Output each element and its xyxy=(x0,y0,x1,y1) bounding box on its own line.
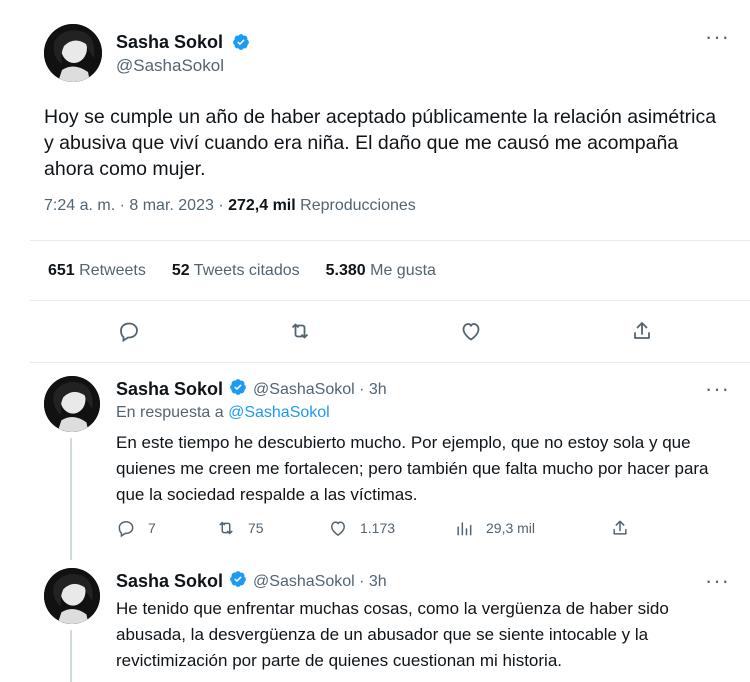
author-handle[interactable]: @SashaSokol · 3h xyxy=(253,381,387,399)
reply-button[interactable]: 7 xyxy=(116,518,156,538)
avatar-photo xyxy=(44,24,102,82)
verified-badge-icon xyxy=(229,570,247,593)
verified-badge-icon xyxy=(229,378,247,401)
tweet-metadata: 7:24 a. m. · 8 mar. 2023 · 272,4 mil Rep… xyxy=(44,197,416,215)
author-name[interactable]: Sasha Sokol xyxy=(116,32,223,52)
retweets-stat[interactable]: 651 Retweets xyxy=(48,262,146,280)
views-button[interactable]: 29,3 mil xyxy=(454,518,535,538)
tweet-text: En este tiempo he descubierto mucho. Por… xyxy=(116,433,709,504)
retweet-count: 75 xyxy=(248,520,264,536)
tweet-text: Hoy se cumple un año de haber aceptado p… xyxy=(44,106,717,180)
views-label: Reproducciones xyxy=(295,197,416,214)
views-count: 29,3 mil xyxy=(486,520,536,536)
views-count: 272,4 mil xyxy=(228,197,296,214)
avatar-photo xyxy=(44,568,100,624)
retweet-button[interactable]: 75 xyxy=(216,518,264,538)
avatar-photo xyxy=(44,376,100,432)
tweet-text: He tenido que enfrentar muchas cosas, co… xyxy=(116,599,669,670)
avatar[interactable] xyxy=(44,376,100,432)
divider xyxy=(30,300,750,301)
author-name[interactable]: Sasha Sokol xyxy=(116,379,223,400)
author-name[interactable]: Sasha Sokol xyxy=(116,571,223,592)
divider xyxy=(30,362,750,363)
share-button[interactable] xyxy=(610,518,630,538)
quotes-stat[interactable]: 52 Tweets citados xyxy=(172,262,300,280)
in-reply-to: En respuesta a @SashaSokol xyxy=(116,404,330,421)
like-icon xyxy=(328,518,348,538)
like-icon[interactable] xyxy=(459,319,483,343)
author-name-row: Sasha Sokol xyxy=(116,32,250,56)
author-handle[interactable]: @SashaSokol · 3h xyxy=(253,573,387,591)
verified-badge-icon xyxy=(232,33,250,56)
likes-stat[interactable]: 5.380 Me gusta xyxy=(326,262,436,280)
more-options-icon[interactable]: ··· xyxy=(705,26,730,48)
share-icon[interactable] xyxy=(630,319,654,343)
more-options-icon[interactable]: ··· xyxy=(705,378,730,400)
views-icon xyxy=(454,518,474,538)
retweet-icon[interactable] xyxy=(288,319,312,343)
reply-header: Sasha Sokol @SashaSokol · 3h xyxy=(116,378,387,401)
author-handle[interactable]: @SashaSokol xyxy=(116,56,224,76)
avatar[interactable] xyxy=(44,24,102,82)
retweet-icon xyxy=(216,518,236,538)
reply-action-bar: 7 75 1.173 29,3 mil xyxy=(116,518,636,542)
share-icon xyxy=(610,518,630,538)
like-count: 1.173 xyxy=(360,520,396,536)
more-options-icon[interactable]: ··· xyxy=(705,570,730,592)
tweet-timestamp[interactable]: 7:24 a. m. · 8 mar. 2023 · xyxy=(44,197,228,214)
reply-header: Sasha Sokol @SashaSokol · 3h xyxy=(116,570,387,593)
like-button[interactable]: 1.173 xyxy=(328,518,395,538)
thread-line xyxy=(70,630,72,682)
engagement-stats: 651 Retweets 52 Tweets citados 5.380 Me … xyxy=(48,262,436,280)
divider xyxy=(30,240,750,241)
thread-line xyxy=(70,438,72,560)
reply-icon xyxy=(116,518,136,538)
avatar[interactable] xyxy=(44,568,100,624)
reply-icon[interactable] xyxy=(117,319,141,343)
reply-count: 7 xyxy=(148,520,156,536)
in-reply-to-link[interactable]: @SashaSokol xyxy=(228,404,330,421)
